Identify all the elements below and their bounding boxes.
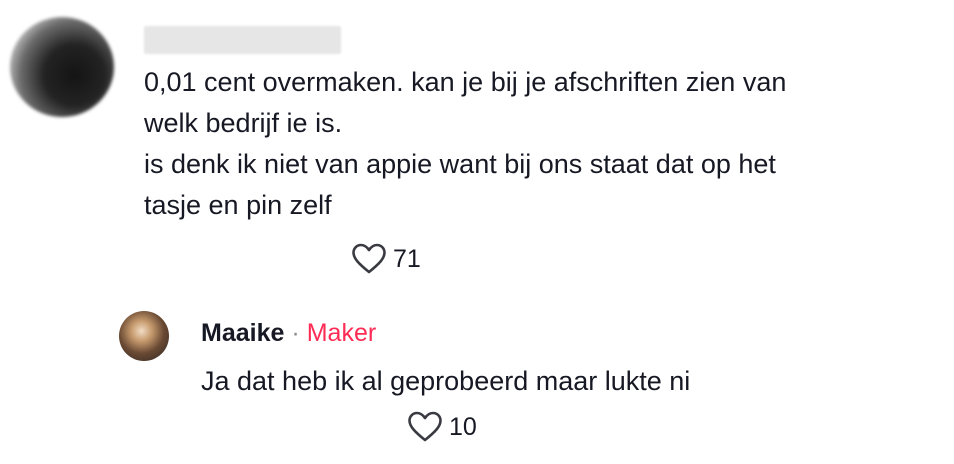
comment-like-button[interactable]: 71 — [351, 243, 421, 275]
creator-badge: Maker — [306, 319, 377, 347]
comment-text-line: tasje en pin zelf — [144, 190, 332, 220]
reply-separator: · — [291, 319, 300, 347]
comment-text: 0,01 cent overmaken. kan je bij je afsch… — [144, 62, 944, 226]
comment-avatar[interactable] — [10, 17, 114, 117]
heart-outline-icon[interactable] — [351, 243, 387, 275]
heart-outline-icon[interactable] — [407, 411, 443, 443]
comment-text-line: is denk ik niet van appie want bij ons s… — [144, 149, 776, 179]
comment-like-count: 71 — [393, 244, 421, 273]
reply-like-button[interactable]: 10 — [407, 411, 477, 443]
reply-avatar[interactable] — [119, 311, 169, 361]
reply-author-name[interactable]: Maaike — [201, 319, 284, 347]
comment-text-line: welk bedrijf ie is. — [144, 108, 343, 138]
reply-text: Ja dat heb ik al geprobeerd maar lukte n… — [201, 366, 691, 396]
reply-header: Maaike · Maker — [201, 316, 376, 350]
comment-text-line: 0,01 cent overmaken. kan je bij je afsch… — [144, 67, 787, 97]
reply-like-count: 10 — [449, 412, 477, 441]
comment-username-blurred[interactable] — [144, 26, 341, 54]
